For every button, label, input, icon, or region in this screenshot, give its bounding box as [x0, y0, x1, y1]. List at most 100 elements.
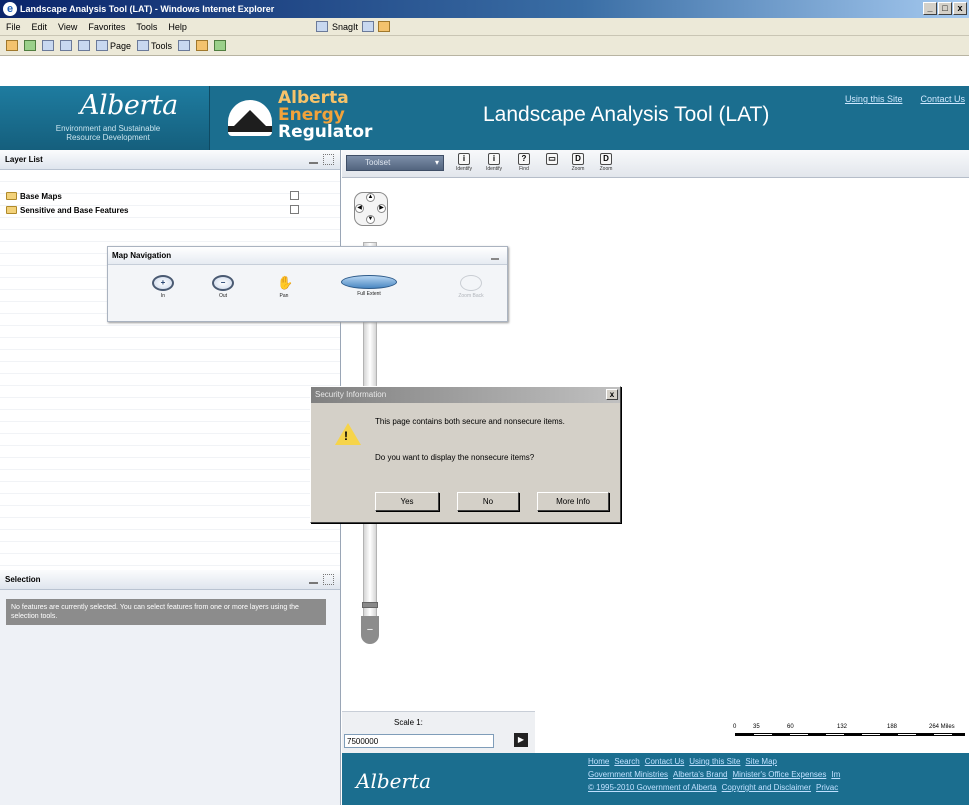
zoom-extent-icon: D	[600, 153, 612, 165]
footer-link-contact[interactable]: Contact Us	[645, 757, 685, 766]
collapse-icon[interactable]	[309, 575, 318, 584]
footer-link-brand[interactable]: Alberta's Brand	[673, 770, 727, 779]
using-this-site-link[interactable]: Using this Site	[845, 94, 903, 104]
collapse-icon[interactable]	[491, 252, 499, 260]
dialog-close-button[interactable]: x	[606, 389, 618, 400]
menu-edit[interactable]: Edit	[32, 22, 48, 32]
zoom-back-label: Zoom Back	[458, 293, 484, 299]
page-menu[interactable]: Page	[96, 40, 131, 51]
messenger-icon[interactable]	[196, 40, 209, 51]
footer-links-row3: © 1995-2010 Government of Alberta Copyri…	[588, 783, 838, 792]
collapse-icon[interactable]	[309, 155, 318, 164]
map-toolbar: Toolset i Identify i Identify ? Find ▭ D…	[342, 150, 969, 178]
footer-link-expenses[interactable]: Minister's Office Expenses	[732, 770, 826, 779]
find-label: Find	[519, 166, 529, 172]
layer-item-base-maps[interactable]: Base Maps	[6, 190, 62, 202]
close-icon[interactable]: x	[953, 2, 967, 15]
alberta-logo-text: Alberta	[80, 90, 178, 121]
layer-checkbox-base-maps[interactable]	[290, 191, 299, 200]
menu-help[interactable]: Help	[168, 22, 187, 32]
menu-view[interactable]: View	[58, 22, 77, 32]
footer-link-privacy[interactable]: Privac	[816, 783, 838, 792]
esrd-logo[interactable]: Alberta Environment and Sustainable Reso…	[0, 86, 210, 150]
tools-label: Tools	[151, 40, 173, 51]
zoom-out-icon[interactable]: −	[361, 616, 379, 644]
zoom-slider-handle[interactable]	[362, 602, 378, 608]
tools-menu[interactable]: Tools	[137, 40, 172, 51]
pan-up-icon[interactable]: ▲	[366, 193, 375, 202]
dock-icon[interactable]	[323, 154, 334, 165]
identify-label: Identify	[455, 166, 473, 172]
scale-bar: 0 35 60 132 188 264 Miles	[733, 724, 969, 738]
zoom-in-tool[interactable]: + In	[143, 275, 183, 299]
layer-item-sensitive-features[interactable]: Sensitive and Base Features	[6, 204, 129, 216]
maximize-icon[interactable]: □	[938, 2, 952, 15]
aer-line3: Regulator	[278, 122, 373, 142]
header-links: Using this Site Contact Us	[845, 94, 965, 104]
clip-icon[interactable]	[377, 21, 390, 32]
pan-tool[interactable]: ✋ Pan	[264, 275, 304, 299]
zoom-out-tool[interactable]: − Out	[203, 275, 243, 299]
page-icon	[96, 40, 108, 51]
footer-link-site-map[interactable]: Site Map	[745, 757, 777, 766]
capture-icon[interactable]	[361, 21, 374, 32]
pan-down-icon[interactable]: ▼	[366, 215, 375, 224]
site-footer: Alberta Home Search Contact Us Using thi…	[342, 753, 969, 805]
favorites-star-icon[interactable]	[6, 40, 18, 51]
home-icon[interactable]	[42, 40, 54, 51]
footer-link-using-site[interactable]: Using this Site	[689, 757, 740, 766]
yes-button[interactable]: Yes	[375, 492, 439, 511]
scale-go-button[interactable]: ▶	[514, 733, 528, 747]
menu-file[interactable]: File	[6, 22, 21, 32]
footer-link-copyright-year[interactable]: © 1995-2010 Government of Alberta	[588, 783, 717, 792]
add-favorite-icon[interactable]	[24, 40, 36, 51]
footer-link-ministries[interactable]: Government Ministries	[588, 770, 668, 779]
snagit-button[interactable]: SnagIt	[315, 21, 390, 32]
feeds-icon[interactable]	[60, 40, 72, 51]
find-button[interactable]: ? Find	[514, 153, 534, 175]
full-extent-tool[interactable]: Full Extent	[334, 275, 404, 297]
pan-right-icon[interactable]: ▶	[377, 204, 386, 213]
menu-tools[interactable]: Tools	[136, 22, 157, 32]
zoom-to-label: Zoom	[571, 166, 585, 172]
ministry-line2: Resource Development	[66, 133, 150, 142]
warning-icon	[335, 423, 361, 445]
dock-icon[interactable]	[323, 574, 334, 585]
footer-link-im[interactable]: Im	[831, 770, 840, 779]
scale-input[interactable]	[344, 734, 494, 748]
window-controls: _ □ x	[923, 2, 967, 15]
footer-link-disclaimer[interactable]: Copyright and Disclaimer	[722, 783, 811, 792]
print-icon[interactable]	[78, 40, 90, 51]
more-info-button[interactable]: More Info	[537, 492, 609, 511]
site-header: Alberta Environment and Sustainable Reso…	[0, 86, 969, 150]
zoom-to-button[interactable]: D Zoom	[568, 153, 588, 175]
minimize-icon[interactable]: _	[923, 2, 937, 15]
selection-message: No features are currently selected. You …	[6, 599, 326, 625]
zoom-to-icon: D	[572, 153, 584, 165]
zoom-extent-label: Zoom	[599, 166, 613, 172]
pan-control[interactable]: ▲ ◀ ▶ ▼	[354, 192, 388, 226]
layer-label: Base Maps	[20, 191, 62, 201]
zoom-back-tool: Zoom Back	[451, 275, 491, 299]
footer-alberta-logo[interactable]: Alberta	[356, 769, 431, 793]
zoom-out-label: Out	[218, 293, 228, 299]
zoom-extent-button[interactable]: D Zoom	[596, 153, 616, 175]
footer-link-search[interactable]: Search	[614, 757, 639, 766]
aer-logo[interactable]: Alberta Energy Regulator	[228, 90, 372, 146]
warning-mark: !	[344, 429, 348, 443]
pan-left-icon[interactable]: ◀	[355, 204, 364, 213]
footer-link-home[interactable]: Home	[588, 757, 609, 766]
scale-tick: 264 Miles	[929, 724, 955, 730]
selection-header: Selection	[0, 570, 340, 590]
layer-checkbox-sensitive-features[interactable]	[290, 205, 299, 214]
toolset-dropdown[interactable]: Toolset	[346, 155, 444, 171]
menu-favorites[interactable]: Favorites	[88, 22, 125, 32]
help-icon[interactable]	[178, 40, 191, 51]
measure-button[interactable]: ▭	[542, 153, 562, 175]
research-icon[interactable]	[214, 40, 227, 51]
no-button[interactable]: No	[457, 492, 519, 511]
identify-multi-button[interactable]: i Identify	[484, 153, 504, 175]
identify-button[interactable]: i Identify	[454, 153, 474, 175]
contact-us-link[interactable]: Contact Us	[920, 94, 965, 104]
hand-icon: ✋	[277, 275, 294, 290]
